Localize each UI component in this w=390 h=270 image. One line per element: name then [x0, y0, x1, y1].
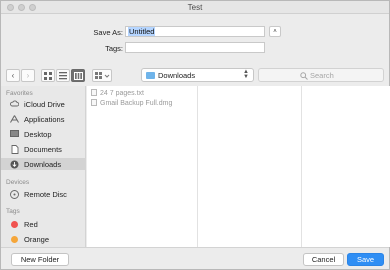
column-view-button[interactable]	[71, 69, 85, 82]
applications-icon	[10, 115, 19, 123]
documents-icon	[10, 145, 19, 154]
sidebar-item-label: Orange	[24, 235, 50, 244]
arrange-menu-button[interactable]	[92, 69, 112, 82]
column-view-icon	[73, 72, 83, 80]
file-browser: 24 7 pages.txt Gmail Backup Full.dmg	[87, 86, 390, 247]
sidebar-item-icloud-drive[interactable]: iCloud Drive	[1, 98, 86, 110]
arrange-icon	[94, 72, 109, 79]
sidebar-item-documents[interactable]: Documents	[1, 143, 86, 155]
cancel-button[interactable]: Cancel	[303, 253, 344, 266]
save-dialog: Test Save As: Untitled ˄ Tags: ‹ › Downl…	[0, 0, 390, 270]
sidebar: Favorites iCloud Drive Applications Desk…	[1, 86, 86, 247]
chevron-right-icon: ›	[26, 71, 30, 80]
search-placeholder: Search	[310, 71, 334, 80]
dmg-file-icon	[91, 99, 97, 106]
tags-heading: Tags	[6, 208, 20, 215]
column-divider[interactable]	[197, 86, 198, 247]
sidebar-item-label: Downloads	[24, 160, 62, 169]
bottom-bar: New Folder Cancel Save	[1, 247, 389, 269]
downloads-icon	[10, 160, 19, 169]
title-bar: Test	[1, 1, 389, 14]
file-name: 24 7 pages.txt	[100, 90, 144, 97]
save-button[interactable]: Save	[347, 253, 384, 266]
forward-button[interactable]: ›	[21, 69, 35, 82]
sidebar-item-label: iCloud Drive	[24, 100, 65, 109]
sidebar-item-desktop[interactable]: Desktop	[1, 128, 86, 140]
desktop-icon	[10, 130, 19, 138]
tags-label: Tags:	[105, 44, 123, 53]
location-label: Downloads	[158, 71, 196, 80]
icon-view-icon	[44, 72, 52, 80]
popup-arrows-icon: ▲ ▼	[243, 69, 249, 80]
text-file-icon	[91, 89, 97, 96]
window-title: Test	[187, 3, 203, 12]
sidebar-item-label: Remote Disc	[24, 190, 67, 199]
save-as-field[interactable]: Untitled	[125, 26, 265, 37]
file-name: Gmail Backup Full.dmg	[100, 100, 173, 107]
save-as-label: Save As:	[93, 28, 123, 37]
disc-icon	[10, 190, 19, 199]
search-field[interactable]: Search	[258, 68, 384, 82]
sidebar-item-tag-red[interactable]: Red	[1, 218, 86, 230]
sidebar-item-tag-orange[interactable]: Orange	[1, 233, 86, 245]
devices-heading: Devices	[6, 179, 30, 186]
orange-tag-icon	[11, 236, 18, 243]
chevron-up-icon: ˄	[273, 29, 277, 35]
sidebar-item-downloads[interactable]: Downloads	[1, 158, 86, 170]
list-view-button[interactable]	[56, 69, 70, 82]
location-popup[interactable]: Downloads ▲ ▼	[141, 68, 254, 82]
tags-field[interactable]	[125, 42, 265, 53]
toolbar: ‹ › Downloads ▲ ▼ Search	[1, 64, 389, 86]
expand-dialog-button[interactable]: ˄	[269, 26, 281, 37]
sidebar-item-label: Desktop	[24, 130, 52, 139]
red-tag-icon	[11, 221, 18, 228]
sidebar-item-applications[interactable]: Applications	[1, 113, 86, 125]
sidebar-item-label: Red	[24, 220, 38, 229]
chevron-left-icon: ‹	[11, 71, 15, 80]
sidebar-item-label: Applications	[24, 115, 65, 124]
file-item[interactable]: Gmail Backup Full.dmg	[91, 99, 172, 109]
sidebar-item-label: Documents	[24, 145, 62, 154]
icon-view-button[interactable]	[41, 69, 55, 82]
favorites-heading: Favorites	[6, 90, 33, 97]
cloud-icon	[10, 100, 20, 108]
list-view-icon	[59, 72, 67, 80]
file-item[interactable]: 24 7 pages.txt	[91, 89, 144, 99]
save-as-value: Untitled	[128, 27, 156, 36]
column-divider[interactable]	[301, 86, 302, 247]
search-icon	[300, 72, 308, 80]
new-folder-button[interactable]: New Folder	[11, 253, 69, 266]
sidebar-item-remote-disc[interactable]: Remote Disc	[1, 188, 86, 200]
folder-icon	[146, 72, 155, 79]
back-button[interactable]: ‹	[6, 69, 20, 82]
